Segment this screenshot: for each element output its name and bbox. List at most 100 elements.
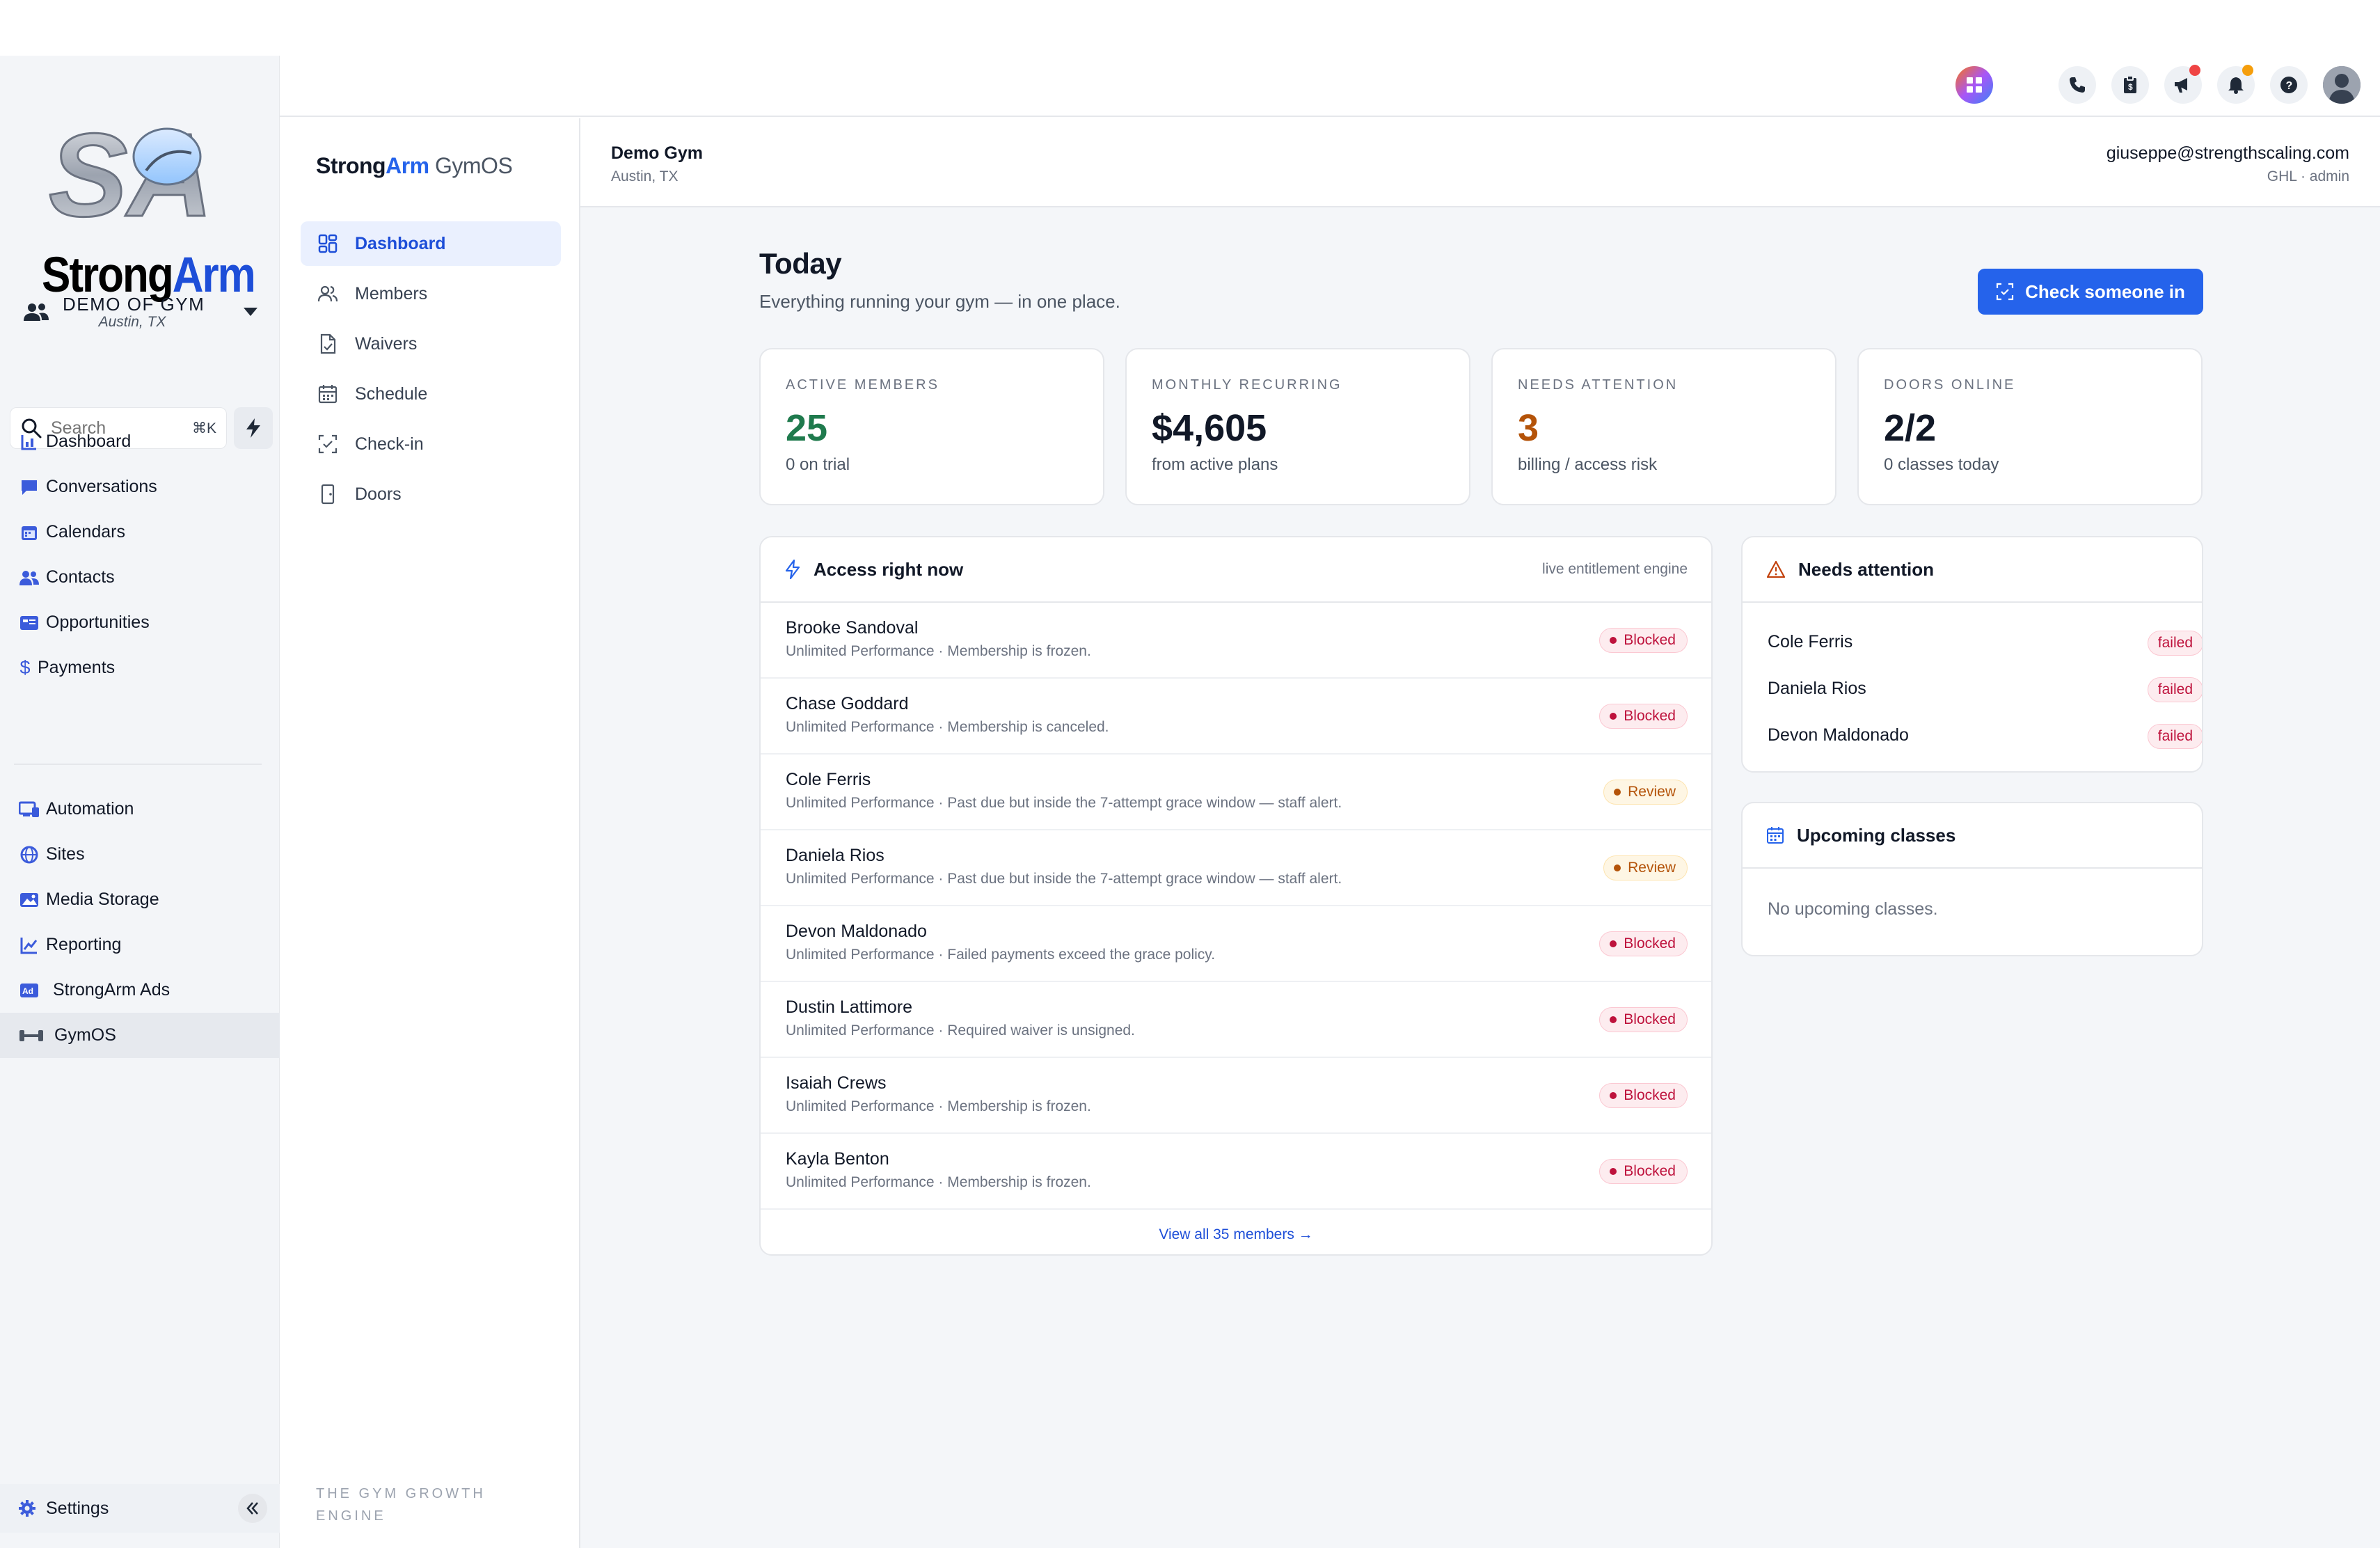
upcoming-classes-title: Upcoming classes: [1797, 824, 1956, 846]
nav-item-strongarm-ads[interactable]: Ad StrongArm Ads: [0, 968, 280, 1013]
nav-item-label: Media Storage: [46, 890, 159, 909]
avatar[interactable]: [2323, 66, 2361, 104]
access-row[interactable]: Cole Ferris Unlimited Performance · Past…: [761, 755, 1711, 830]
status-label: Blocked: [1624, 708, 1676, 724]
stat-value: $4,605: [1152, 407, 1267, 449]
nav-item-sites[interactable]: Sites: [0, 832, 280, 877]
user-email: giuseppe@strengthscaling.com: [2106, 143, 2349, 163]
gymos-nav-label: Schedule: [355, 384, 428, 404]
phone-icon: [2070, 77, 2085, 93]
access-panel-meta: live entitlement engine: [1542, 561, 1688, 577]
gymos-nav-dashboard[interactable]: Dashboard: [301, 221, 561, 266]
gymos-nav-schedule[interactable]: Schedule: [301, 372, 561, 416]
access-row[interactable]: Chase Goddard Unlimited Performance · Me…: [761, 679, 1711, 755]
status-badge: Blocked: [1599, 931, 1688, 956]
gymos-nav-label: Waivers: [355, 333, 418, 354]
primary-nav: Dashboard Conversations Calendars Contac…: [0, 419, 280, 690]
check-someone-in-button[interactable]: Check someone in: [1978, 269, 2203, 315]
account-switcher[interactable]: DEMO OF GYM Austin, TX: [10, 284, 273, 340]
nav-item-automation[interactable]: Automation: [0, 787, 280, 832]
upcoming-classes-header: Upcoming classes: [1743, 803, 2202, 869]
nav-item-label: Dashboard: [46, 432, 132, 451]
stat-label: NEEDS ATTENTION: [1518, 377, 1679, 393]
users-icon: [24, 303, 49, 321]
member-name: Daniela Rios: [786, 846, 884, 865]
nav-item-conversations[interactable]: Conversations: [0, 464, 280, 510]
gymos-nav-waivers[interactable]: Waivers: [301, 322, 561, 366]
view-all-members-link[interactable]: View all 35 members →: [761, 1226, 1711, 1243]
nav-item-payments[interactable]: $ Payments: [0, 645, 280, 690]
gym-name: Demo Gym: [611, 143, 703, 163]
main-header: Demo Gym Austin, TX giuseppe@strengthsca…: [580, 118, 2380, 207]
nav-item-label: Calendars: [46, 522, 125, 542]
member-name: Devon Maldonado: [1768, 725, 1909, 745]
stat-sub: 0 on trial: [786, 455, 850, 474]
access-row[interactable]: Daniela Rios Unlimited Performance · Pas…: [761, 830, 1711, 906]
status-badge: Blocked: [1599, 704, 1688, 729]
scan-check-icon: [1997, 283, 2014, 301]
gymos-nav-doors[interactable]: Doors: [301, 472, 561, 516]
access-row[interactable]: Brooke Sandoval Unlimited Performance · …: [761, 603, 1711, 679]
nav-item-label: Contacts: [46, 567, 115, 587]
main-content: Demo Gym Austin, TX giuseppe@strengthsca…: [580, 118, 2380, 1548]
upcoming-classes-panel: Upcoming classes No upcoming classes.: [1741, 802, 2203, 956]
gymos-nav-label: Doors: [355, 484, 402, 504]
collapse-sidebar-button[interactable]: [238, 1494, 267, 1523]
tasks-button[interactable]: $: [2111, 66, 2149, 104]
member-access-detail: Unlimited Performance · Required waiver …: [786, 1022, 1135, 1038]
gymos-nav-members[interactable]: Members: [301, 271, 561, 316]
nav-item-calendars[interactable]: Calendars: [0, 510, 280, 555]
member-name: Daniela Rios: [1768, 679, 1866, 698]
nav-item-contacts[interactable]: Contacts: [0, 555, 280, 600]
gymos-brand: StrongArm GymOS: [316, 153, 513, 179]
notifications-button[interactable]: [2217, 65, 2255, 104]
status-label: Blocked: [1624, 935, 1676, 951]
status-label: Review: [1628, 860, 1676, 876]
svg-text:$: $: [2128, 82, 2133, 92]
nav-item-label: Payments: [38, 658, 116, 677]
door-icon: [321, 484, 335, 505]
needs-attention-title: Needs attention: [1798, 558, 1935, 580]
page-title: Today: [759, 247, 842, 280]
member-access-detail: Unlimited Performance · Membership is fr…: [786, 1174, 1091, 1190]
chart-line-icon: [18, 935, 40, 956]
apps-button[interactable]: [1955, 66, 1993, 104]
phone-button[interactable]: [2058, 66, 2096, 104]
chevron-down-icon: [244, 308, 257, 316]
access-row[interactable]: Isaiah Crews Unlimited Performance · Mem…: [761, 1058, 1711, 1134]
access-row[interactable]: Kayla Benton Unlimited Performance · Mem…: [761, 1134, 1711, 1210]
nav-item-label: Conversations: [46, 477, 157, 496]
access-panel-header: Access right now live entitlement engine: [761, 537, 1711, 603]
gear-icon: [18, 1499, 40, 1517]
dollar-icon: $: [19, 657, 31, 678]
nav-item-reporting[interactable]: Reporting: [0, 922, 280, 968]
settings-nav-item[interactable]: Settings: [0, 1484, 280, 1533]
stat-value: 25: [786, 407, 828, 449]
nav-item-media-storage[interactable]: Media Storage: [0, 877, 280, 922]
automation-icon: [18, 799, 40, 820]
members-icon: [317, 285, 338, 302]
announcements-button[interactable]: [2164, 65, 2202, 104]
status-label: Blocked: [1624, 1163, 1676, 1179]
ads-icon: Ad: [18, 980, 40, 1001]
calendar-icon: [18, 522, 40, 543]
help-button[interactable]: ?: [2270, 66, 2308, 104]
gymos-nav-check-in[interactable]: Check-in: [301, 422, 561, 466]
access-row[interactable]: Dustin Lattimore Unlimited Performance ·…: [761, 982, 1711, 1058]
member-access-detail: Unlimited Performance · Membership is fr…: [786, 643, 1091, 659]
chat-icon: [18, 477, 40, 498]
svg-text:?: ?: [2286, 80, 2293, 92]
attention-row[interactable]: Devon Maldonado failed: [1768, 713, 2202, 759]
brand-strong: Strong: [316, 153, 386, 178]
nav-item-gymos[interactable]: GymOS: [0, 1013, 280, 1058]
stat-sub: from active plans: [1152, 455, 1278, 474]
warning-icon: [1766, 560, 1786, 578]
access-row[interactable]: Devon Maldonado Unlimited Performance · …: [761, 906, 1711, 982]
attention-row[interactable]: Daniela Rios failed: [1768, 666, 2202, 713]
stat-label: MONTHLY RECURRING: [1152, 377, 1342, 393]
nav-item-opportunities[interactable]: Opportunities: [0, 600, 280, 645]
attention-row[interactable]: Cole Ferris failed: [1768, 619, 2202, 666]
svg-text:Ad: Ad: [22, 986, 33, 996]
stat-sub: 0 classes today: [1884, 455, 1999, 474]
nav-item-dashboard[interactable]: Dashboard: [0, 419, 280, 464]
